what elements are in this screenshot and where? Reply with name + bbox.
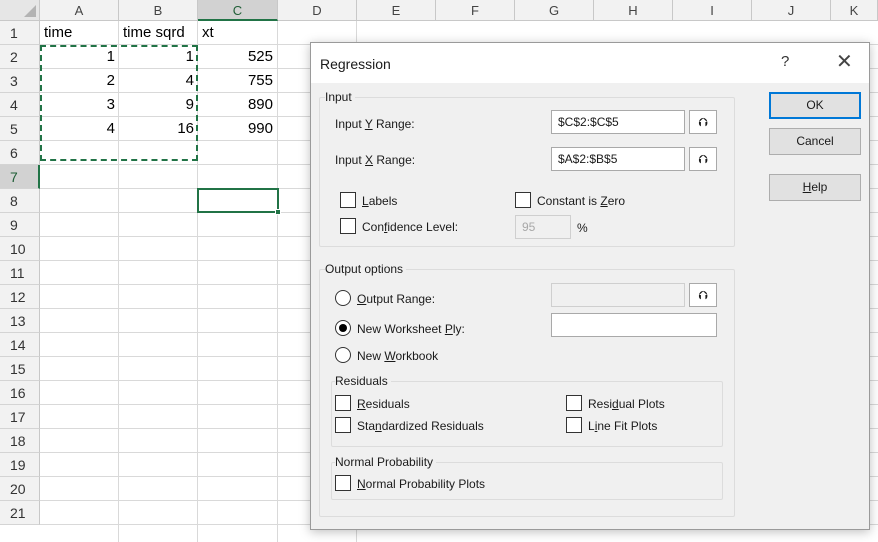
collapse-range-icon: ⮉ xyxy=(698,288,708,302)
residual-plots-label: Residual Plots xyxy=(588,397,665,411)
row-header-11[interactable]: 11 xyxy=(0,261,40,285)
new-workbook-radio[interactable] xyxy=(335,347,351,363)
dialog-titlebar[interactable]: Regression ? ✕ xyxy=(311,43,869,83)
cell-c3[interactable]: 755 xyxy=(198,69,277,93)
confidence-level-label: Confidence Level: xyxy=(362,220,459,234)
cell-c1[interactable]: xt xyxy=(198,21,277,45)
residual-plots-checkbox[interactable] xyxy=(566,395,582,411)
residuals-group xyxy=(331,381,723,447)
constant-is-zero-label: Constant is Zero xyxy=(537,194,626,208)
column-header-k[interactable]: K xyxy=(831,0,878,21)
cell-a1[interactable]: time xyxy=(40,21,119,45)
row-header-8[interactable]: 8 xyxy=(0,189,40,213)
new-workbook-label: New Workbook xyxy=(357,349,439,363)
line-fit-plots-checkbox[interactable] xyxy=(566,417,582,433)
select-all-corner[interactable] xyxy=(0,0,40,21)
collapse-range-icon: ⮉ xyxy=(698,152,708,166)
row-header-14[interactable]: 14 xyxy=(0,333,40,357)
normal-probability-plots-checkbox[interactable] xyxy=(335,475,351,491)
active-cell-c7[interactable] xyxy=(197,188,281,215)
row-header-5[interactable]: 5 xyxy=(0,117,40,141)
select-all-triangle-icon xyxy=(24,5,36,17)
row-header-16[interactable]: 16 xyxy=(0,381,40,405)
column-header-b[interactable]: B xyxy=(119,0,198,21)
column-header-j[interactable]: J xyxy=(752,0,831,21)
row-header-2[interactable]: 2 xyxy=(0,45,40,69)
standardized-residuals-label: Standardized Residuals xyxy=(357,419,484,433)
row-header-21[interactable]: 21 xyxy=(0,501,40,525)
input-group-label: Input xyxy=(325,90,355,104)
output-range-collapse-button[interactable]: ⮉ xyxy=(689,283,717,307)
help-button[interactable]: Help xyxy=(769,174,861,201)
new-worksheet-ply-radio[interactable] xyxy=(335,320,351,336)
output-options-label: Output options xyxy=(325,262,407,276)
column-header-g[interactable]: G xyxy=(515,0,594,21)
cell-c5[interactable]: 990 xyxy=(198,117,277,141)
input-x-range-label: Input X Range: xyxy=(335,153,416,167)
output-range-field[interactable] xyxy=(551,283,685,307)
gridline xyxy=(277,21,278,542)
normal-probability-label: Normal Probability xyxy=(335,455,437,469)
row-header-9[interactable]: 9 xyxy=(0,213,40,237)
input-x-range-collapse-button[interactable]: ⮉ xyxy=(689,147,717,171)
ok-button[interactable]: OK xyxy=(769,92,861,119)
column-header-c[interactable]: C xyxy=(198,0,278,21)
new-worksheet-ply-field[interactable] xyxy=(551,313,717,337)
input-y-range-collapse-button[interactable]: ⮉ xyxy=(689,110,717,134)
row-header-4[interactable]: 4 xyxy=(0,93,40,117)
column-header-h[interactable]: H xyxy=(594,0,673,21)
constant-is-zero-checkbox[interactable] xyxy=(515,192,531,208)
cell-c2[interactable]: 525 xyxy=(198,45,277,69)
row-header-1[interactable]: 1 xyxy=(0,21,40,45)
column-header-d[interactable]: D xyxy=(278,0,357,21)
cancel-button[interactable]: Cancel xyxy=(769,128,861,155)
percent-label: % xyxy=(577,221,588,235)
row-header-20[interactable]: 20 xyxy=(0,477,40,501)
cell-c4[interactable]: 890 xyxy=(198,93,277,117)
column-header-i[interactable]: I xyxy=(673,0,752,21)
standardized-residuals-checkbox[interactable] xyxy=(335,417,351,433)
labels-checkbox-label: Labels xyxy=(362,194,398,208)
confidence-level-checkbox[interactable] xyxy=(340,218,356,234)
column-header-a[interactable]: A xyxy=(40,0,119,21)
input-y-range-label: Input Y Range: xyxy=(335,117,415,131)
row-header-19[interactable]: 19 xyxy=(0,453,40,477)
labels-checkbox[interactable] xyxy=(340,192,356,208)
collapse-range-icon: ⮉ xyxy=(698,115,708,129)
output-range-radio[interactable] xyxy=(335,290,351,306)
row-header-17[interactable]: 17 xyxy=(0,405,40,429)
column-header-e[interactable]: E xyxy=(357,0,436,21)
output-range-label: Output Range: xyxy=(357,292,436,306)
residuals-checkbox-label: Residuals xyxy=(357,397,410,411)
row-header-6[interactable]: 6 xyxy=(0,141,40,165)
new-worksheet-ply-label: New Worksheet Ply: xyxy=(357,322,465,336)
help-question-icon[interactable]: ? xyxy=(781,53,789,70)
column-header-f[interactable]: F xyxy=(436,0,515,21)
row-header-18[interactable]: 18 xyxy=(0,429,40,453)
residuals-group-label: Residuals xyxy=(335,374,391,388)
row-header-7[interactable]: 7 xyxy=(0,165,40,189)
residuals-checkbox[interactable] xyxy=(335,395,351,411)
copy-selection-marquee xyxy=(40,45,198,161)
row-header-12[interactable]: 12 xyxy=(0,285,40,309)
line-fit-plots-label: Line Fit Plots xyxy=(588,419,658,433)
confidence-level-field[interactable]: 95 xyxy=(515,215,571,239)
input-x-range-field[interactable]: $A$2:$B$5 xyxy=(551,147,685,171)
close-icon[interactable]: ✕ xyxy=(836,49,853,74)
normal-probability-plots-label: Normal Probability Plots xyxy=(357,477,486,491)
fill-handle[interactable] xyxy=(275,209,281,215)
row-header-13[interactable]: 13 xyxy=(0,309,40,333)
regression-dialog: Regression ? ✕ Input Input Y Range: $C$2… xyxy=(310,42,870,530)
row-header-10[interactable]: 10 xyxy=(0,237,40,261)
input-y-range-field[interactable]: $C$2:$C$5 xyxy=(551,110,685,134)
row-header-15[interactable]: 15 xyxy=(0,357,40,381)
row-header-3[interactable]: 3 xyxy=(0,69,40,93)
dialog-title: Regression xyxy=(320,56,391,72)
cell-b1[interactable]: time sqrd xyxy=(119,21,198,45)
